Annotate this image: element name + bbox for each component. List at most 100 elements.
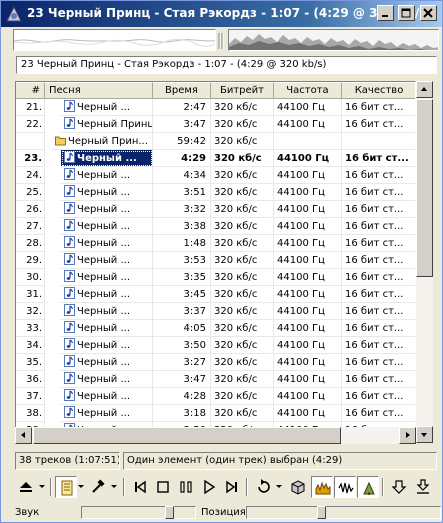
track-number-text: 21.: [26, 102, 42, 113]
track-frequency: 44100 Гц: [274, 354, 342, 371]
track-bitrate-text: 320 кб/с: [214, 391, 258, 402]
audio-file-icon: [64, 406, 77, 419]
scroll-left-button[interactable]: [15, 427, 32, 444]
maximize-button[interactable]: [398, 5, 415, 21]
playlist-row[interactable]: 21. Черный ... 2:47 320 кб/с 44100 Гц 16 бит …: [16, 99, 415, 116]
title-bar[interactable]: 23 Черный Принц - Стая Рэкордз - 1:07 - …: [1, 1, 442, 27]
waveform-toggle-button[interactable]: [334, 476, 356, 498]
repeat-mode-button[interactable]: [252, 476, 274, 498]
tools-button[interactable]: [87, 476, 109, 498]
playlist-vertical-scrollbar[interactable]: [416, 81, 433, 443]
move-down-button[interactable]: [388, 476, 410, 498]
playlist-horizontal-scrollbar[interactable]: [15, 427, 416, 444]
track-frequency: 44100 Гц: [274, 218, 342, 235]
minimize-button[interactable]: [377, 5, 394, 21]
3d-effect-button[interactable]: [287, 476, 309, 498]
scroll-down-button[interactable]: [416, 426, 433, 443]
scroll-right-button[interactable]: [399, 427, 416, 444]
splitter-grip-icon[interactable]: [217, 31, 225, 51]
playlist-row[interactable]: 23. Черный ... 4:29 320 кб/с 44100 Гц 16 бит …: [16, 150, 415, 167]
tools-dropdown[interactable]: [109, 476, 119, 498]
playlist-row[interactable]: 22. Черный Принц 3:47 320 кб/с 44100 Гц 16 би…: [16, 116, 415, 133]
track-number: 30.: [16, 269, 45, 286]
column-header-bitrate[interactable]: Битрейт: [211, 82, 274, 99]
track-number: 22.: [16, 116, 45, 133]
column-header-time[interactable]: Время: [153, 82, 211, 99]
eject-dropdown[interactable]: [37, 476, 47, 498]
play-button[interactable]: [198, 476, 220, 498]
volume-slider-thumb[interactable]: [164, 506, 174, 519]
position-slider-thumb[interactable]: [316, 506, 326, 519]
stop-button[interactable]: [152, 476, 174, 498]
close-icon: [423, 8, 433, 18]
playlist-row[interactable]: 30. Черный ... 3:35 320 кб/с 44100 Гц 16 бит …: [16, 269, 415, 286]
equalizer-button[interactable]: [311, 476, 333, 498]
folder-icon: [55, 136, 68, 147]
playlist-row[interactable]: 27. Черный ... 3:38 320 кб/с 44100 Гц 16 бит …: [16, 218, 415, 235]
next-track-button[interactable]: [221, 476, 243, 498]
track-title: Черный ...: [61, 167, 153, 184]
playlist-row[interactable]: 34. Черный ... 3:50 320 кб/с 44100 Гц 16 бит …: [16, 337, 415, 354]
horizontal-scroll-thumb[interactable]: [33, 427, 341, 444]
audio-file-icon: [64, 151, 77, 164]
playlist-row[interactable]: 25. Черный ... 3:51 320 кб/с 44100 Гц 16 бит …: [16, 184, 415, 201]
audio-file-icon: [64, 270, 77, 283]
track-title-text: Черный ...: [77, 357, 131, 368]
playlist-row[interactable]: 36. Черный ... 3:47 320 кб/с 44100 Гц 16 бит …: [16, 371, 415, 388]
track-quality-text: 16 бит ст...: [345, 153, 409, 164]
track-frequency: 44100 Гц: [274, 116, 342, 133]
position-slider[interactable]: [246, 506, 441, 519]
playlist-row[interactable]: 26. Черный ... 3:32 320 кб/с 44100 Гц 16 бит …: [16, 201, 415, 218]
playlist-view[interactable]: # Песня Время Битрейт Частота Качество 2…: [15, 81, 416, 443]
track-title-text: Черный ...: [77, 391, 131, 402]
effects-button[interactable]: [357, 476, 379, 498]
arrow-down-icon: [421, 433, 427, 437]
playlist-row[interactable]: 37. Черный ... 4:28 320 кб/с 44100 Гц 16 бит …: [16, 388, 415, 405]
pause-button[interactable]: [175, 476, 197, 498]
track-duration: 3:38: [153, 218, 211, 235]
repeat-dropdown[interactable]: [274, 476, 284, 498]
playlist-row[interactable]: 38. Черный ... 3:18 320 кб/с 44100 Гц 16 бит …: [16, 405, 415, 422]
column-header-frequency[interactable]: Частота: [274, 82, 342, 99]
track-bitrate: 320 кб/с: [211, 354, 274, 371]
playlist-row[interactable]: 31. Черный ... 3:45 320 кб/с 44100 Гц 16 бит …: [16, 286, 415, 303]
eject-button[interactable]: [15, 476, 37, 498]
playlist-row[interactable]: 28. Черный ... 1:48 320 кб/с 44100 Гц 16 бит …: [16, 235, 415, 252]
playlist-dropdown[interactable]: [76, 476, 86, 498]
now-playing-info-field[interactable]: 23 Черный Принц - Стая Рэкордз - 1:07 - …: [16, 56, 437, 74]
column-header-num[interactable]: #: [16, 82, 45, 99]
track-number-text: 30.: [26, 272, 42, 283]
column-header-song[interactable]: Песня: [45, 82, 153, 99]
spectrum-visualizer-right[interactable]: [228, 29, 439, 51]
audio-file-icon: [64, 100, 77, 113]
playlist-row[interactable]: 29. Черный ... 3:53 320 кб/с 44100 Гц 16 бит …: [16, 252, 415, 269]
audio-file-icon: [64, 219, 77, 232]
track-quality: 16 бит ст...: [342, 235, 415, 252]
previous-track-button[interactable]: [129, 476, 151, 498]
arrow-up-icon: [421, 87, 427, 91]
track-quality: 16 бит ст...: [342, 150, 415, 167]
track-number: 28.: [16, 235, 45, 252]
playlist-row[interactable]: Черный Прин... 59:42 320 кб/с: [16, 133, 415, 150]
track-duration: 3:47: [153, 116, 211, 133]
volume-slider[interactable]: [81, 506, 196, 519]
playlist-row[interactable]: 35. Черный ... 3:27 320 кб/с 44100 Гц 16 бит …: [16, 354, 415, 371]
track-title: Черный ...: [61, 201, 153, 218]
close-button[interactable]: [420, 5, 437, 21]
playlist-row[interactable]: 24. Черный ... 4:34 320 кб/с 44100 Гц 16 бит …: [16, 167, 415, 184]
playlist-row[interactable]: 33. Черный ... 4:05 320 кб/с 44100 Гц 16 бит …: [16, 320, 415, 337]
vertical-scroll-thumb[interactable]: [416, 99, 433, 277]
track-quality-text: 16 бит ст...: [345, 102, 404, 113]
column-header-quality[interactable]: Качество: [342, 82, 415, 99]
download-button[interactable]: [412, 476, 434, 498]
waveform-left-graphic: [14, 38, 215, 47]
track-quality: [342, 133, 415, 150]
waveform-visualizer-left[interactable]: [13, 29, 216, 51]
track-bitrate-text: 320 кб/с: [214, 119, 258, 130]
track-bitrate: 320 кб/с: [211, 167, 274, 184]
playlist-row[interactable]: 32. Черный ... 3:37 320 кб/с 44100 Гц 16 бит …: [16, 303, 415, 320]
playlist-toggle-button[interactable]: [55, 476, 77, 498]
scroll-up-button[interactable]: [416, 81, 433, 98]
track-number-text: 37.: [26, 391, 42, 402]
track-quality-text: 16 бит ст...: [345, 306, 404, 317]
